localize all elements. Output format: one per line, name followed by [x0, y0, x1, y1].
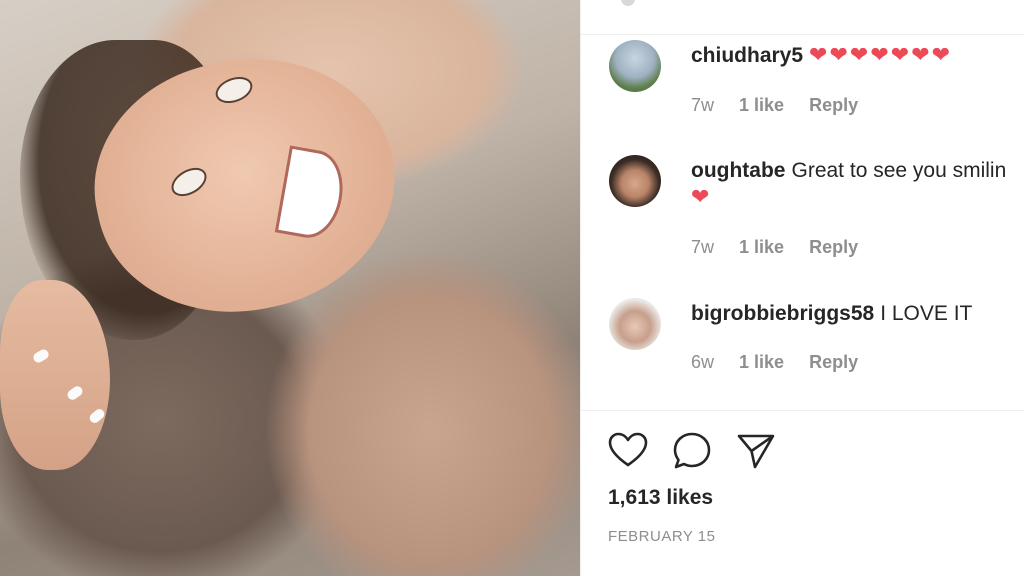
divider	[581, 34, 1024, 35]
post-photo	[0, 0, 580, 576]
comment-meta: 7w 1 like Reply	[691, 237, 878, 258]
like-count[interactable]: 1,613 likes	[608, 486, 713, 510]
post-date[interactable]: FEBRUARY 15	[608, 528, 716, 545]
comment-line: chiudhary5 ❤❤❤❤❤❤❤	[691, 43, 952, 69]
avatar[interactable]	[609, 155, 661, 207]
comment-username[interactable]: bigrobbiebriggs58	[691, 302, 874, 325]
comment-meta: 6w 1 like Reply	[691, 352, 878, 373]
comment-age[interactable]: 7w	[691, 95, 714, 115]
reply-button[interactable]: Reply	[809, 237, 858, 257]
heart-icon[interactable]	[607, 430, 649, 472]
comment-age[interactable]: 6w	[691, 352, 714, 372]
comment-text: I LOVE IT	[880, 302, 973, 325]
comment-line: oughtabe Great to see you smilin	[691, 158, 1006, 184]
reply-button[interactable]: Reply	[809, 95, 858, 115]
divider	[581, 410, 1024, 411]
comment-username[interactable]: oughtabe	[691, 159, 786, 182]
comment-like-count[interactable]: 1 like	[739, 95, 784, 115]
heart-emoji: ❤	[691, 185, 710, 210]
paper-plane-icon[interactable]	[735, 430, 777, 472]
comment-text: Great to see you smilin	[791, 159, 1007, 182]
avatar[interactable]	[609, 40, 661, 92]
comment-like-count[interactable]: 1 like	[739, 352, 784, 372]
comment-line: bigrobbiebriggs58 I LOVE IT	[691, 301, 972, 327]
comment-username[interactable]: chiudhary5	[691, 44, 803, 67]
comments-panel: chiudhary5 ❤❤❤❤❤❤❤ 7w 1 like Reply oughta…	[580, 0, 1024, 576]
reply-button[interactable]: Reply	[809, 352, 858, 372]
heart-emoji-row: ❤❤❤❤❤❤❤	[809, 43, 953, 68]
comment-age[interactable]: 7w	[691, 237, 714, 257]
comment-like-count[interactable]: 1 like	[739, 237, 784, 257]
avatar[interactable]	[609, 298, 661, 350]
comment-bubble-icon[interactable]	[671, 430, 713, 472]
comment-meta: 7w 1 like Reply	[691, 95, 878, 116]
previous-avatar-edge	[621, 0, 635, 6]
